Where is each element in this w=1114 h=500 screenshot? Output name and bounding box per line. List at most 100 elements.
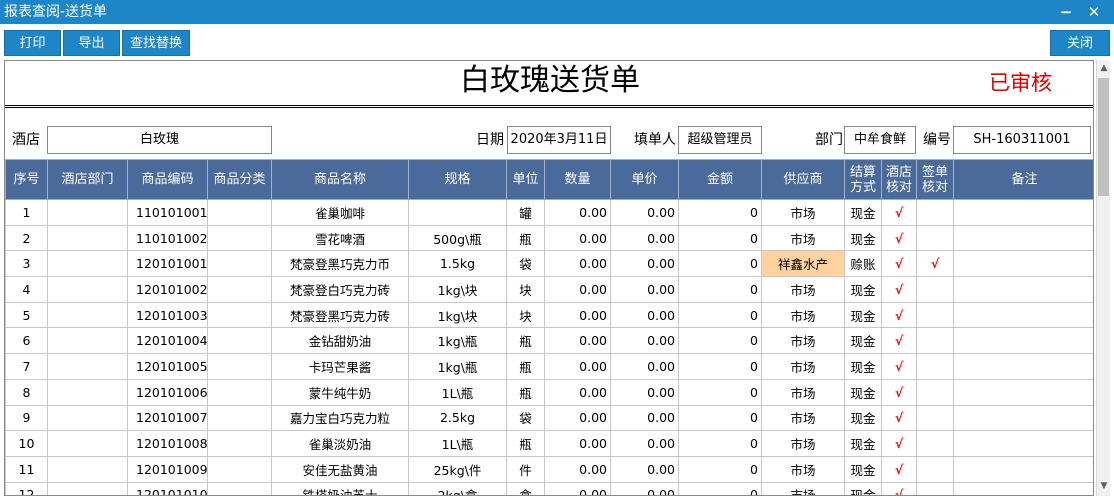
col-name-cell[interactable]: 雪花啤酒: [271, 224, 409, 252]
col-supplier-cell[interactable]: 市场: [761, 276, 845, 303]
date-field[interactable]: 2020年3月11日: [507, 126, 611, 154]
col-no-cell[interactable]: 4: [5, 276, 48, 303]
col-hotel-check-header[interactable]: 酒店核对: [881, 159, 917, 200]
col-qty-cell[interactable]: 0.00: [544, 455, 611, 483]
col-spec-cell[interactable]: 500g\瓶: [408, 224, 507, 252]
col-supplier-cell[interactable]: 市场: [761, 378, 845, 406]
table-row[interactable]: 7 120101005 卡玛芒果酱 1kg\瓶瓶 0.00 0.00 0 市场 现金 √: [5, 353, 1093, 380]
col-amount-cell[interactable]: 0: [678, 276, 762, 303]
col-category-header[interactable]: 商品分类: [207, 159, 272, 200]
col-name-cell[interactable]: 卡玛芒果酱: [271, 353, 409, 380]
col-code-header[interactable]: 商品编码: [127, 159, 208, 200]
col-category-cell[interactable]: [207, 481, 272, 495]
col-price-cell[interactable]: 0.00: [610, 430, 679, 457]
col-supplier-cell[interactable]: 祥鑫水产: [761, 250, 845, 278]
col-category-cell[interactable]: [207, 224, 272, 252]
col-note-header[interactable]: 备注: [953, 159, 1093, 200]
creator-field[interactable]: 超级管理员: [678, 126, 762, 154]
col-spec-cell[interactable]: 25kg\件: [408, 455, 507, 483]
col-qty-cell[interactable]: 0.00: [544, 250, 611, 278]
col-unit-cell[interactable]: 瓶: [506, 224, 545, 252]
scrollbar-thumb[interactable]: [1098, 78, 1109, 196]
col-code-cell[interactable]: 120101007: [127, 404, 208, 432]
col-code-cell[interactable]: 120101002: [127, 276, 208, 303]
col-supplier-cell[interactable]: 市场: [761, 353, 845, 380]
col-qty-cell[interactable]: 0.00: [544, 327, 611, 355]
col-unit-cell[interactable]: 盒: [506, 481, 545, 495]
col-dept-cell[interactable]: [47, 481, 128, 495]
col-hotel-check-cell[interactable]: √: [881, 404, 917, 432]
col-unit-cell[interactable]: 罐: [506, 199, 545, 226]
col-price-cell[interactable]: 0.00: [610, 481, 679, 495]
col-sign-check-cell[interactable]: [916, 481, 954, 495]
col-name-cell[interactable]: 梵豪登白巧克力砖: [271, 276, 409, 303]
col-code-cell[interactable]: 120101001: [127, 250, 208, 278]
col-no-cell[interactable]: 10: [5, 430, 48, 457]
col-category-cell[interactable]: [207, 353, 272, 380]
col-sign-check-cell[interactable]: [916, 224, 954, 252]
col-sign-check-cell[interactable]: [916, 455, 954, 483]
col-hotel-check-cell[interactable]: √: [881, 430, 917, 457]
col-qty-cell[interactable]: 0.00: [544, 481, 611, 495]
col-sign-check-cell[interactable]: [916, 378, 954, 406]
col-sign-check-cell[interactable]: [916, 301, 954, 329]
table-row[interactable]: 5 120101003 梵豪登黑巧克力砖 1kg\块块 0.00 0.00 0 市场 现金 √: [5, 301, 1093, 329]
col-qty-header[interactable]: 数量: [544, 159, 611, 200]
col-price-cell[interactable]: 0.00: [610, 404, 679, 432]
col-settle-header[interactable]: 结算方式: [844, 159, 882, 200]
col-note-cell[interactable]: [953, 199, 1093, 226]
col-note-cell[interactable]: [953, 276, 1093, 303]
col-amount-cell[interactable]: 0: [678, 250, 762, 278]
col-spec-cell[interactable]: 1L\瓶: [408, 430, 507, 457]
col-note-cell[interactable]: [953, 353, 1093, 380]
col-sign-check-cell[interactable]: [916, 353, 954, 380]
col-note-cell[interactable]: [953, 378, 1093, 406]
scroll-down-arrow-icon[interactable]: ▼: [1099, 480, 1109, 492]
col-unit-cell[interactable]: 瓶: [506, 353, 545, 380]
col-amount-cell[interactable]: 0: [678, 327, 762, 355]
col-amount-cell[interactable]: 0: [678, 430, 762, 457]
col-spec-cell[interactable]: 1kg\瓶: [408, 327, 507, 355]
col-supplier-cell[interactable]: 市场: [761, 301, 845, 329]
col-dept-cell[interactable]: [47, 276, 128, 303]
col-code-cell[interactable]: 120101005: [127, 353, 208, 380]
col-settle-cell[interactable]: 现金: [844, 327, 882, 355]
col-name-cell[interactable]: 金钻甜奶油: [271, 327, 409, 355]
col-amount-cell[interactable]: 0: [678, 455, 762, 483]
table-row[interactable]: 1 110101001 雀巢咖啡罐 0.00 0.00 0 市场 现金 √: [5, 199, 1093, 226]
col-unit-cell[interactable]: 件: [506, 455, 545, 483]
col-note-cell[interactable]: [953, 481, 1093, 495]
col-settle-cell[interactable]: 现金: [844, 455, 882, 483]
dept-field[interactable]: 中牟食鲜: [844, 126, 916, 154]
col-hotel-check-cell[interactable]: √: [881, 301, 917, 329]
col-settle-cell[interactable]: 现金: [844, 301, 882, 329]
col-amount-header[interactable]: 金额: [678, 159, 762, 200]
col-settle-cell[interactable]: 现金: [844, 353, 882, 380]
col-price-cell[interactable]: 0.00: [610, 353, 679, 380]
col-hotel-check-cell[interactable]: √: [881, 378, 917, 406]
col-amount-cell[interactable]: 0: [678, 481, 762, 495]
col-supplier-cell[interactable]: 市场: [761, 455, 845, 483]
col-qty-cell[interactable]: 0.00: [544, 301, 611, 329]
col-supplier-cell[interactable]: 市场: [761, 404, 845, 432]
col-note-cell[interactable]: [953, 224, 1093, 252]
col-code-cell[interactable]: 120101004: [127, 327, 208, 355]
col-sign-check-cell[interactable]: [916, 404, 954, 432]
col-dept-cell[interactable]: [47, 301, 128, 329]
col-dept-cell[interactable]: [47, 224, 128, 252]
col-code-cell[interactable]: 120101008: [127, 430, 208, 457]
col-dept-cell[interactable]: [47, 250, 128, 278]
col-qty-cell[interactable]: 0.00: [544, 199, 611, 226]
col-amount-cell[interactable]: 0: [678, 353, 762, 380]
col-spec-cell[interactable]: [408, 199, 507, 226]
col-spec-cell[interactable]: 2kg\盒: [408, 481, 507, 495]
col-price-cell[interactable]: 0.00: [610, 224, 679, 252]
col-sign-check-cell[interactable]: [916, 327, 954, 355]
col-name-cell[interactable]: 铁塔奶油芝士: [271, 481, 409, 495]
col-supplier-cell[interactable]: 市场: [761, 224, 845, 252]
col-qty-cell[interactable]: 0.00: [544, 276, 611, 303]
col-amount-cell[interactable]: 0: [678, 404, 762, 432]
col-unit-cell[interactable]: 块: [506, 276, 545, 303]
col-category-cell[interactable]: [207, 327, 272, 355]
col-name-cell[interactable]: 嘉力宝白巧克力粒: [271, 404, 409, 432]
